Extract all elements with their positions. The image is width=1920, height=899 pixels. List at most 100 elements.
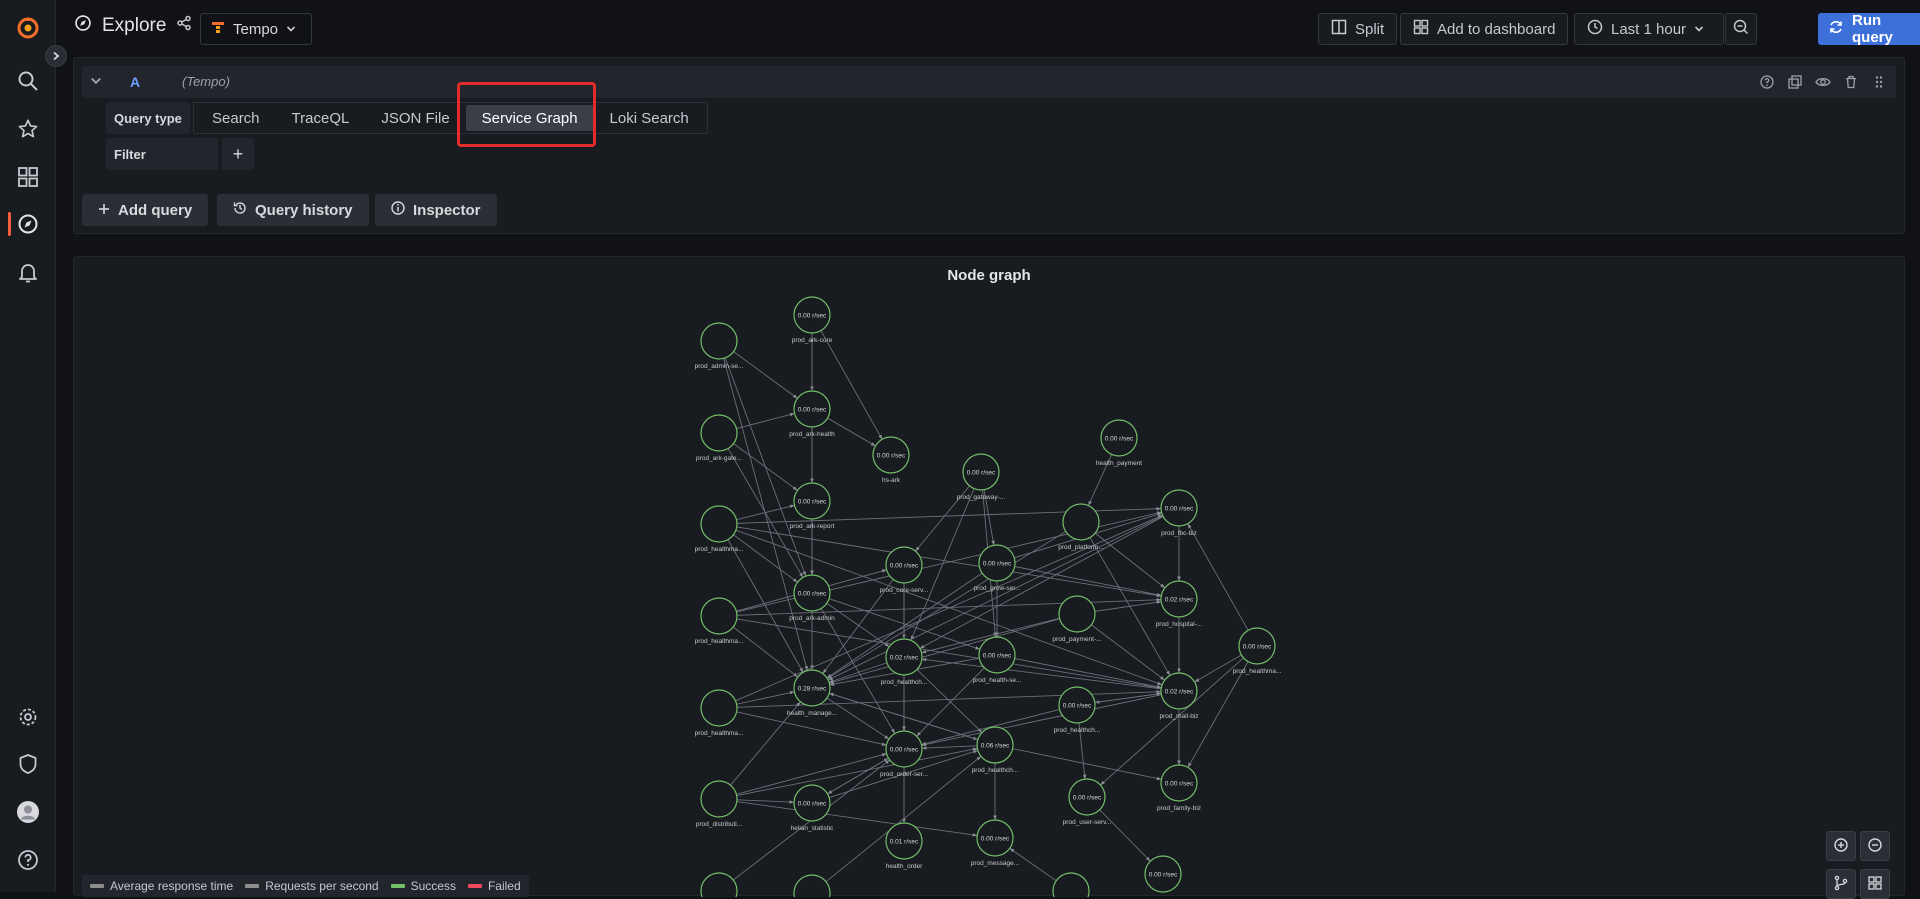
node-circle[interactable] (700, 872, 738, 897)
add-query-button[interactable]: Add query (82, 194, 209, 226)
graph-node[interactable]: prod_ark-gate... (696, 414, 742, 462)
graph-edge[interactable] (733, 351, 798, 399)
legend-item[interactable]: Failed (467, 879, 521, 893)
graph-node[interactable]: 0.02 r/sec prod_hospital-... (1156, 580, 1203, 628)
query-type-loki-search[interactable]: Loki Search (594, 105, 705, 131)
node-circle[interactable] (700, 780, 738, 818)
graph-edge[interactable] (733, 443, 798, 491)
graph-node[interactable]: 0.00 r/sec prod_core-serv... (880, 546, 929, 594)
graph-edge[interactable] (736, 690, 795, 705)
graph-node[interactable]: 0.00 r/sec prod_gateway-... (957, 453, 1006, 501)
alerting-bell-icon[interactable] (14, 258, 42, 286)
inspector-button[interactable]: Inspector (375, 194, 497, 226)
graph-edge[interactable] (736, 504, 795, 521)
graph-edge[interactable] (1094, 692, 1162, 703)
legend-item[interactable]: Success (390, 879, 456, 893)
graph-edge[interactable] (736, 412, 795, 429)
run-query-button[interactable]: Run query (1818, 12, 1920, 46)
avatar[interactable] (14, 798, 42, 826)
duplicate-icon[interactable] (1786, 73, 1804, 91)
graph-edge[interactable] (733, 534, 798, 583)
query-ref-id[interactable]: A (130, 74, 140, 90)
node-circle[interactable] (1062, 503, 1100, 541)
node-circle[interactable] (700, 505, 738, 543)
graph-node[interactable]: 0.00 r/sec helian_statistic (791, 784, 834, 832)
graph-node[interactable]: prod_distributi... (696, 780, 742, 828)
node-graph-canvas[interactable]: prod_admin-se... 0.00 r/sec prod_ark-corep… (74, 257, 1906, 897)
graph-edge[interactable] (736, 801, 978, 837)
graph-node[interactable]: prod_healthma... (695, 689, 744, 737)
graph-node[interactable]: 0.00 r/sec prod_health-se... (973, 636, 1022, 684)
help-icon[interactable] (14, 846, 42, 874)
query-type-search[interactable]: Search (196, 105, 276, 131)
graph-node[interactable]: 0.01 r/sec health_order (885, 822, 923, 870)
graph-node[interactable] (793, 874, 831, 897)
graph-node[interactable]: prod_healthma... (695, 505, 744, 553)
query-type-traceql[interactable]: TraceQL (276, 105, 366, 131)
graph-node[interactable]: 0.00 r/sec prod_message... (971, 819, 1020, 867)
add-to-dashboard-button[interactable]: Add to dashboard (1400, 13, 1569, 45)
layout-toggle-button[interactable] (1826, 869, 1856, 899)
graph-node[interactable]: 0.00 r/sec hs-ark (872, 436, 910, 484)
graph-edge[interactable] (1187, 523, 1249, 631)
graph-edge[interactable] (829, 618, 1060, 684)
split-button[interactable]: Split (1318, 13, 1398, 45)
graph-edge[interactable] (921, 694, 1162, 747)
graph-node[interactable]: 0.06 r/sec prod_healthch... (972, 726, 1019, 774)
graph-node[interactable]: 0.00 r/sec prod_healthma... (1233, 627, 1282, 675)
graph-node[interactable]: 0.00 r/sec prod_ark-core (792, 296, 833, 344)
graph-edge[interactable] (736, 799, 795, 804)
time-range-picker[interactable]: Last 1 hour (1574, 13, 1724, 45)
graph-node[interactable]: 0.00 r/sec prod_fbc-biz (1160, 489, 1198, 537)
help-icon[interactable] (1758, 73, 1776, 91)
node-circle[interactable] (700, 597, 738, 635)
graph-node[interactable]: 0.00 r/sec prod_user-serv... (1063, 778, 1112, 826)
graph-node[interactable] (700, 872, 738, 897)
add-filter-button[interactable]: + (222, 138, 254, 170)
collapse-chevron-icon[interactable] (90, 74, 102, 90)
zoom-out-button[interactable] (1860, 831, 1890, 861)
grafana-logo-icon[interactable] (14, 14, 42, 42)
datasource-picker[interactable]: Tempo (200, 13, 312, 45)
explore-compass-icon[interactable] (14, 210, 42, 238)
node-circle[interactable] (700, 414, 738, 452)
zoom-out-time-button[interactable] (1725, 13, 1757, 45)
legend-item[interactable]: Requests per second (245, 879, 379, 893)
graph-edge[interactable] (732, 626, 799, 678)
graph-edge[interactable] (1014, 566, 1162, 597)
node-circle[interactable] (700, 689, 738, 727)
query-type-json-file[interactable]: JSON File (365, 105, 465, 131)
expand-menu-chevron-icon[interactable] (45, 45, 67, 67)
graph-node[interactable] (1052, 872, 1090, 897)
gear-icon[interactable] (14, 703, 42, 731)
share-icon[interactable] (176, 15, 192, 37)
node-circle[interactable] (1058, 595, 1096, 633)
graph-edge[interactable] (919, 516, 1164, 649)
graph-edge[interactable] (921, 745, 978, 750)
graph-node[interactable]: 0.00 r/sec prod_grow-ser... (974, 544, 1021, 592)
graph-node[interactable]: 0.02 r/sec prod_mall-biz (1159, 672, 1199, 720)
node-circle[interactable] (793, 874, 831, 897)
graph-node[interactable]: prod_healthma... (695, 597, 744, 645)
query-history-button[interactable]: Query history (217, 194, 369, 226)
graph-edge[interactable] (1012, 748, 1162, 781)
graph-node[interactable]: 0.00 r/sec prod_family-biz (1157, 764, 1201, 812)
node-circle[interactable] (700, 322, 738, 360)
graph-node[interactable]: prod_admin-se... (695, 322, 744, 370)
run-query-main[interactable]: Run query (1818, 12, 1920, 46)
shield-icon[interactable] (14, 750, 42, 778)
graph-edge[interactable] (1094, 532, 1166, 589)
grid-view-button[interactable] (1860, 869, 1890, 899)
graph-node[interactable]: 0.00 r/sec health_payment (1096, 419, 1142, 467)
search-icon[interactable] (14, 67, 42, 95)
eye-icon[interactable] (1814, 73, 1832, 91)
graph-edge[interactable] (1099, 809, 1151, 862)
node-circle[interactable] (1052, 872, 1090, 897)
dashboards-icon[interactable] (14, 163, 42, 191)
drag-handle-icon[interactable] (1870, 73, 1888, 91)
graph-node[interactable]: 0.00 r/sec (1144, 855, 1182, 893)
graph-node[interactable]: 0.00 r/sec prod_ark-health (789, 390, 835, 438)
zoom-in-button[interactable] (1826, 831, 1856, 861)
graph-edge[interactable] (1091, 624, 1165, 681)
star-icon[interactable] (14, 115, 42, 143)
